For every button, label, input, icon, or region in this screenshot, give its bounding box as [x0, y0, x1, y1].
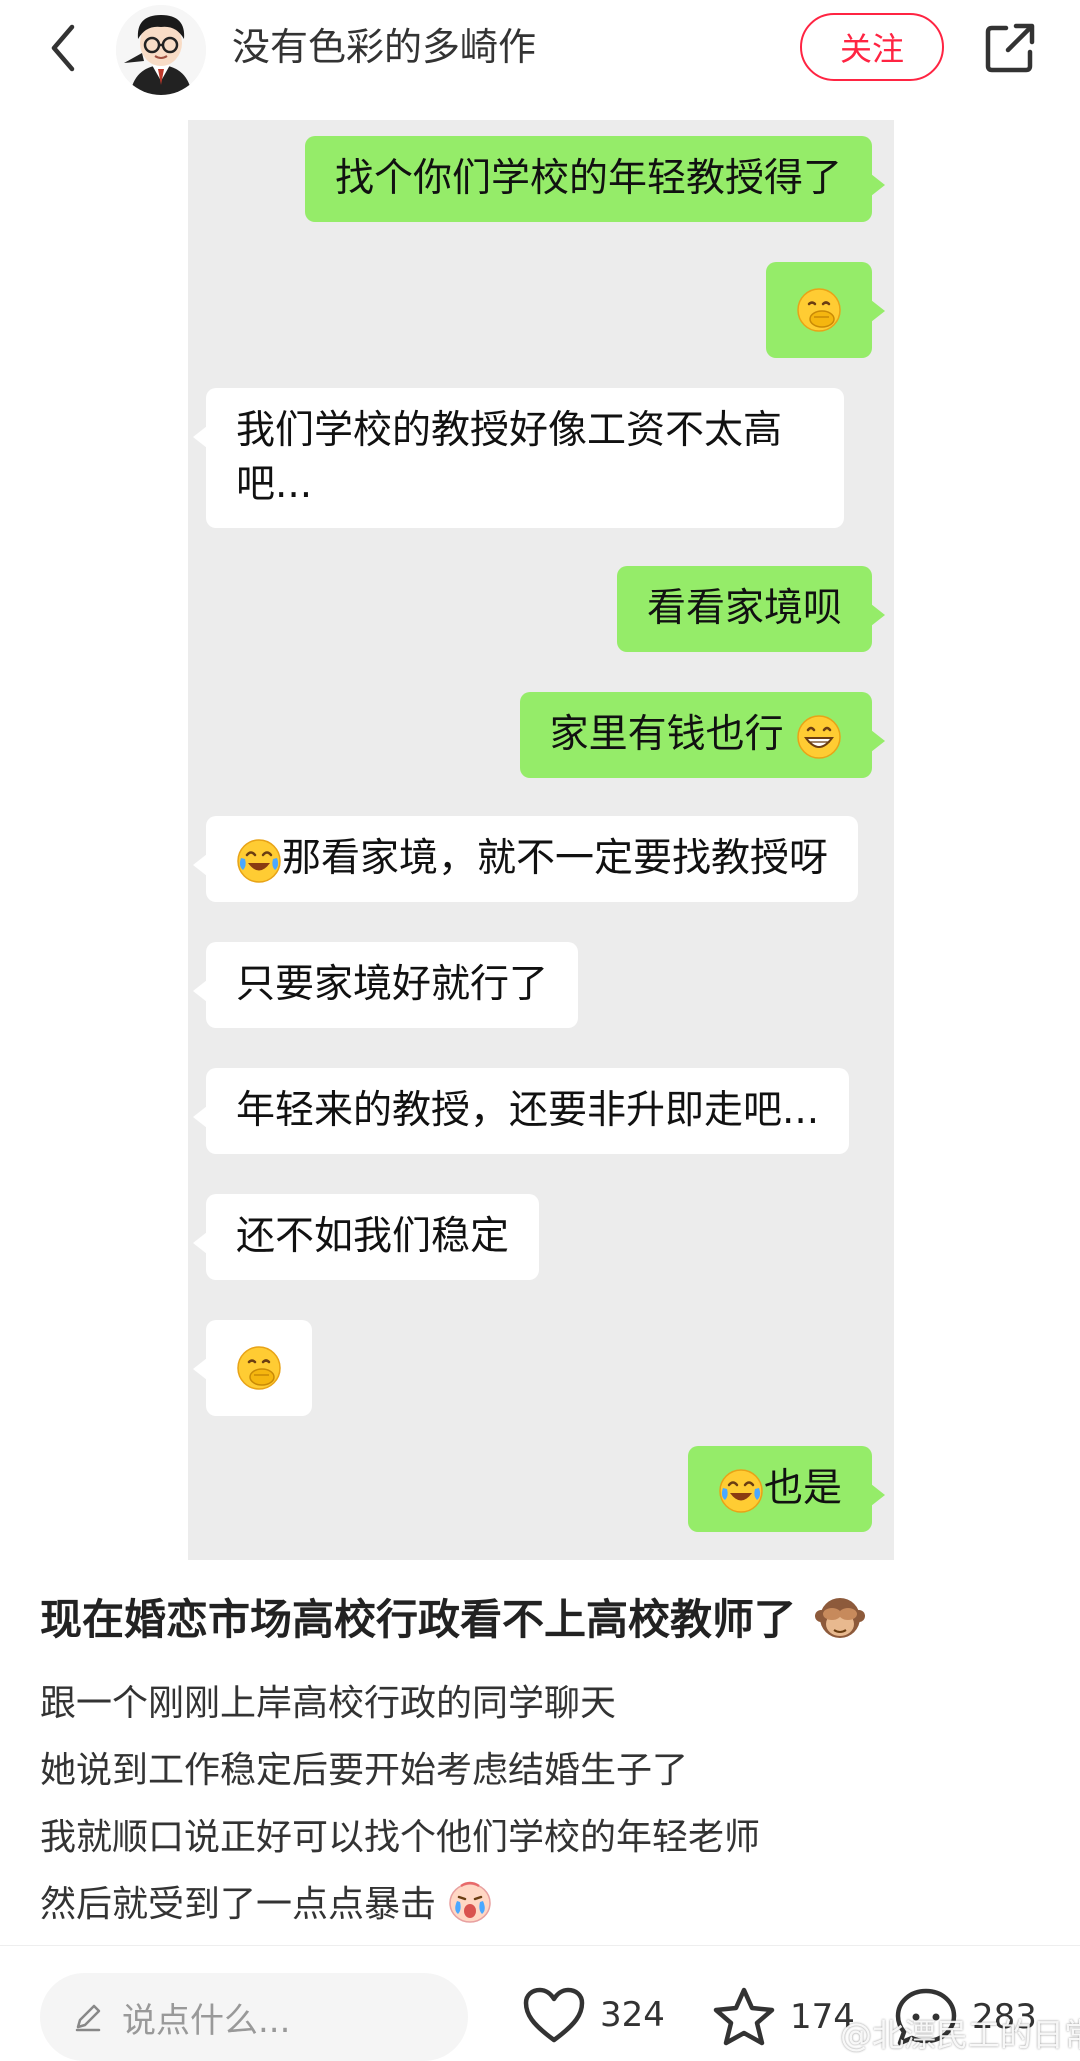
like-count: 324 [600, 1995, 665, 2035]
message-text: 那看家境，就不一定要找教授呀 [282, 836, 829, 881]
like-button[interactable]: 324 [522, 1986, 665, 2044]
chat-bubble-sent: 家里有钱也行 [519, 692, 886, 778]
message-text-line: 我们学校的教授好像工资不太高 [236, 408, 783, 453]
tears-of-joy-emoji [719, 1468, 763, 1513]
message-text: 家里有钱也行 [549, 712, 784, 757]
watermark: @北漂民工的日常 [840, 2016, 1080, 2054]
see-no-evil-monkey-emoji [814, 1598, 865, 1638]
avatar[interactable] [116, 5, 206, 95]
hand-over-mouth-emoji [237, 1346, 281, 1390]
chat-bubble-sent: 看看家境呗 [616, 566, 886, 652]
post-body-line-last: 然后就受到了一点点暴击 [40, 1871, 760, 1938]
hand-over-mouth-emoji [797, 288, 841, 332]
chat-bubble-received: 只要家境好就行了 [192, 942, 579, 1028]
message-text: 还不如我们稳定 [236, 1214, 510, 1259]
author-name[interactable]: 没有色彩的多崎作 [232, 22, 536, 72]
chat-bubble-received: 还不如我们稳定 [192, 1194, 540, 1280]
chevron-left-icon [51, 24, 75, 72]
message-text: 年轻来的教授，还要非升即走吧... [236, 1088, 820, 1133]
chat-screenshot: 找个你们学校的年轻教授得了 我们学校的教授好像工资不太高 吧... 看看家境呗 … [188, 120, 894, 1560]
post-body-line: 跟一个刚刚上岸高校行政的同学聊天 [40, 1683, 617, 1724]
message-text: 也是 [763, 1466, 842, 1511]
post-body: 跟一个刚刚上岸高校行政的同学聊天 她说到工作稳定后要开始考虑结婚生子了 我就顺口… [40, 1670, 760, 1938]
back-button[interactable] [38, 18, 88, 78]
chat-bubble-received: 年轻来的教授，还要非升即走吧... [192, 1068, 850, 1154]
post-body-line-text: 然后就受到了一点点暴击 [40, 1884, 437, 1925]
star-icon [713, 1987, 775, 2046]
message-text: 只要家境好就行了 [236, 962, 549, 1007]
chat-bubble-sent [766, 262, 885, 358]
chat-bubble-received: 我们学校的教授好像工资不太高 吧... [193, 388, 844, 528]
comment-input[interactable]: 说点什么... [40, 1973, 468, 2061]
post-body-line: 她说到工作稳定后要开始考虑结婚生子了 [40, 1750, 689, 1791]
post-title-text: 现在婚恋市场高校行政看不上高校教师了 [40, 1595, 797, 1644]
tears-of-joy-emoji [237, 838, 281, 883]
message-text: 找个你们学校的年轻教授得了 [334, 156, 842, 201]
share-icon [985, 23, 1035, 73]
chat-bubble-received: 那看家境，就不一定要找教授呀 [192, 816, 859, 902]
grinning-emoji [797, 714, 841, 759]
heart-icon [523, 1987, 585, 2043]
message-text: 看看家境呗 [646, 586, 842, 631]
share-button[interactable] [982, 20, 1038, 76]
crying-face-emoji [449, 1881, 492, 1923]
chat-bubble-received [193, 1320, 312, 1416]
message-text-line: 吧... [236, 462, 313, 507]
follow-button[interactable]: 关注 [800, 13, 944, 81]
post-body-line: 我就顺口说正好可以找个他们学校的年轻老师 [40, 1817, 761, 1858]
pencil-icon [75, 2004, 101, 2032]
chat-bubble-sent: 也是 [687, 1446, 886, 1532]
chat-bubble-sent: 找个你们学校的年轻教授得了 [304, 136, 886, 222]
post-title: 现在婚恋市场高校行政看不上高校教师了 [40, 1590, 865, 1650]
top-bar: 没有色彩的多崎作 关注 [0, 0, 1080, 100]
comment-placeholder: 说点什么... [122, 2000, 291, 2041]
favorite-button[interactable]: 174 [712, 1986, 855, 2048]
avatar-illustration [116, 5, 206, 95]
